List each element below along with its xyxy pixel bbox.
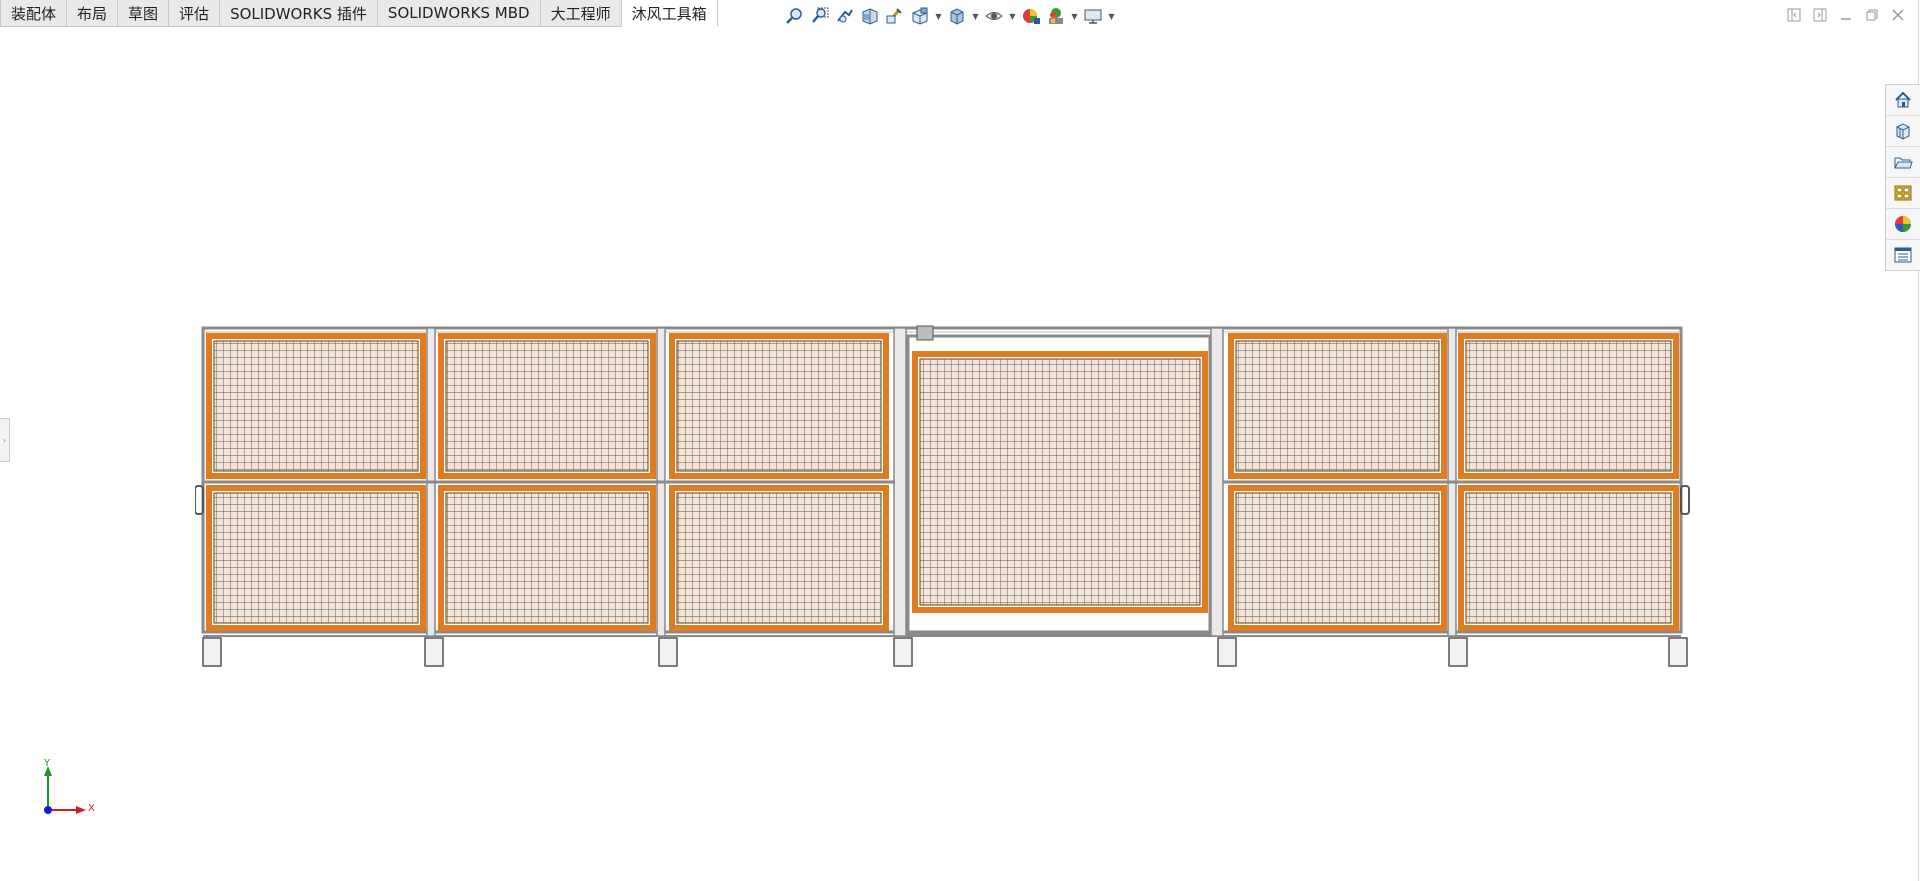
section-view-icon[interactable] <box>859 5 881 27</box>
triad-axes <box>44 766 86 814</box>
tab-engineer[interactable]: 大工程师 <box>540 0 622 27</box>
view-settings-icon[interactable] <box>1082 5 1104 27</box>
mesh-panel <box>1465 340 1672 472</box>
door-post-right <box>1210 327 1224 637</box>
leveling-foot <box>202 637 222 667</box>
feature-manager-expand-handle[interactable]: › <box>0 418 10 462</box>
hide-show-items-icon[interactable] <box>983 5 1005 27</box>
file-explorer-icon[interactable] <box>1886 147 1920 178</box>
display-style-icon[interactable] <box>946 5 968 27</box>
triad-x-label: X <box>88 803 95 814</box>
fence-assembly-model[interactable] <box>195 322 1690 672</box>
mesh-panel <box>1235 340 1440 472</box>
tab-solidworks-addins[interactable]: SOLIDWORKS 插件 <box>220 0 378 27</box>
mesh-panel <box>676 492 882 624</box>
tile-right-icon[interactable] <box>1812 7 1828 23</box>
edit-appearance-icon[interactable] <box>1020 5 1042 27</box>
tile-left-icon[interactable] <box>1786 7 1802 23</box>
triad-y-label: Y <box>44 758 51 769</box>
leveling-foot <box>1668 637 1688 667</box>
document-window-controls <box>1786 6 1920 24</box>
mesh-panel <box>1465 492 1672 624</box>
tab-assembly[interactable]: 装配体 <box>0 0 68 27</box>
mesh-panel <box>445 340 649 472</box>
solidworks-window: 装配体 布局 草图 评估 SOLIDWORKS 插件 SOLIDWORKS MB… <box>0 0 1920 881</box>
tab-sketch[interactable]: 草图 <box>118 0 170 27</box>
door-mesh-panel <box>919 358 1201 606</box>
custom-properties-icon[interactable] <box>1886 240 1920 270</box>
reference-triad: Y X <box>36 758 106 820</box>
view-orientation-icon[interactable] <box>909 5 931 27</box>
task-pane-tabs <box>1885 84 1920 271</box>
apply-scene-icon[interactable] <box>1045 5 1067 27</box>
mesh-panel <box>213 340 419 472</box>
leveling-foot <box>424 637 444 667</box>
mesh-panel <box>213 492 419 624</box>
design-library-icon[interactable] <box>1886 116 1920 147</box>
leveling-foot <box>1448 637 1468 667</box>
command-manager-tabs: 装配体 布局 草图 评估 SOLIDWORKS 插件 SOLIDWORKS MB… <box>0 0 718 28</box>
close-icon[interactable] <box>1890 7 1906 23</box>
minimize-icon[interactable] <box>1838 7 1854 23</box>
tab-evaluate[interactable]: 评估 <box>169 0 221 27</box>
tab-solidworks-mbd[interactable]: SOLIDWORKS MBD <box>377 0 541 27</box>
previous-view-icon[interactable] <box>834 5 856 27</box>
zoom-to-area-icon[interactable] <box>809 5 831 27</box>
home-icon[interactable] <box>1886 85 1920 116</box>
mesh-panel <box>676 340 882 472</box>
door-post-left <box>893 327 907 637</box>
apply-scene-dropdown-icon[interactable]: ▼ <box>1070 5 1079 27</box>
tab-mufeng-toolbox[interactable]: 沐风工具箱 <box>621 0 718 27</box>
dynamic-annotation-icon[interactable] <box>884 5 906 27</box>
door-latch <box>916 325 934 341</box>
tab-layout[interactable]: 布局 <box>67 0 119 27</box>
leveling-foot <box>1217 637 1237 667</box>
leveling-foot <box>658 637 678 667</box>
appearances-icon[interactable] <box>1886 209 1920 240</box>
hide-show-dropdown-icon[interactable]: ▼ <box>1008 5 1017 27</box>
view-settings-dropdown-icon[interactable]: ▼ <box>1107 5 1116 27</box>
mesh-panel <box>1235 492 1440 624</box>
heads-up-view-toolbar: ▼ ▼ ▼ ▼ ▼ <box>784 4 1116 28</box>
mesh-panel <box>445 492 649 624</box>
restore-icon[interactable] <box>1864 7 1880 23</box>
view-orientation-dropdown-icon[interactable]: ▼ <box>934 5 943 27</box>
zoom-to-fit-icon[interactable] <box>784 5 806 27</box>
display-style-dropdown-icon[interactable]: ▼ <box>971 5 980 27</box>
leveling-foot <box>893 637 913 667</box>
view-palette-icon[interactable] <box>1886 178 1920 209</box>
